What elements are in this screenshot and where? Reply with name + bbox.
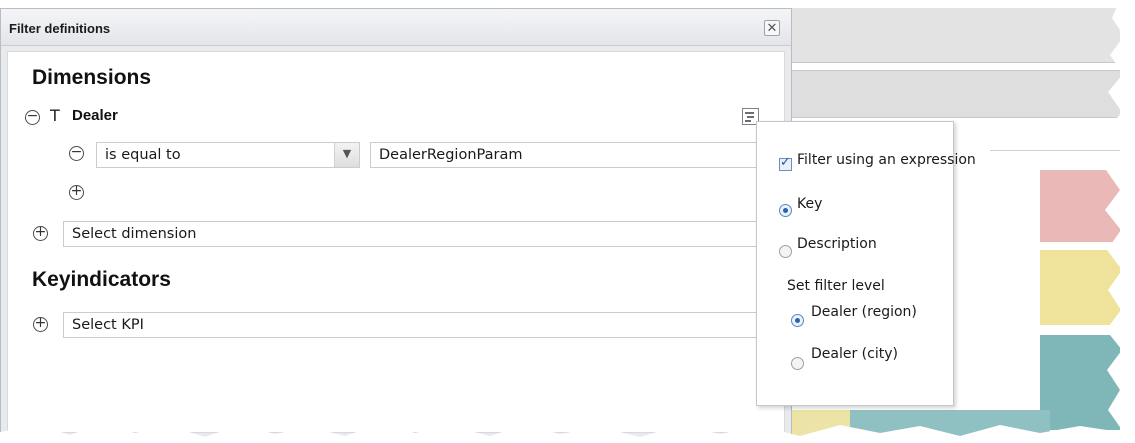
filter-expression-checkbox[interactable] <box>779 155 792 171</box>
close-button[interactable]: ✕ <box>764 20 780 36</box>
close-icon: ✕ <box>766 21 778 36</box>
parameter-value: DealerRegionParam <box>379 147 523 163</box>
plus-circle-icon: + <box>34 315 47 331</box>
remove-condition-button[interactable]: − <box>69 144 84 161</box>
text-type-icon: T <box>50 106 60 125</box>
background-header-row <box>790 70 1120 118</box>
filter-expression-popup: Filter using an expression Key Descripti… <box>756 121 976 406</box>
chevron-down-icon[interactable]: ▼ <box>334 143 359 167</box>
description-label: Description <box>797 236 877 252</box>
add-kpi-button[interactable]: + <box>33 315 48 332</box>
filter-expression-label: Filter using an expression <box>797 152 976 168</box>
level-region-label: Dealer (region) <box>811 304 917 320</box>
operator-select[interactable]: is equal to ▼ <box>96 142 360 168</box>
dialog-title: Filter definitions <box>9 21 111 36</box>
background-toolbar <box>790 8 1120 63</box>
parameter-input[interactable]: DealerRegionParam <box>370 142 760 168</box>
plus-circle-icon: + <box>34 224 47 240</box>
description-radio[interactable] <box>779 245 792 258</box>
key-label: Key <box>797 196 823 212</box>
key-radio[interactable] <box>779 204 792 217</box>
dimensions-heading: Dimensions <box>32 66 152 89</box>
collapse-dealer-button[interactable]: − <box>25 108 40 125</box>
select-kpi-placeholder: Select KPI <box>72 317 144 333</box>
plus-circle-icon: + <box>70 183 83 199</box>
level-city-label: Dealer (city) <box>811 346 898 362</box>
select-dimension-placeholder: Select dimension <box>72 226 197 242</box>
select-dimension-dropdown[interactable]: Select dimension <box>63 221 760 247</box>
minus-circle-icon: − <box>26 108 39 124</box>
background-divider <box>990 150 1120 151</box>
background-teal-cell <box>1040 335 1120 430</box>
keyindicators-heading: Keyindicators <box>32 268 171 291</box>
filter-level-heading: Set filter level <box>787 278 885 294</box>
add-condition-button[interactable]: + <box>69 183 84 200</box>
background-pink-cell <box>1040 170 1120 242</box>
level-city-radio[interactable] <box>791 357 804 370</box>
dimension-name-dealer: Dealer <box>72 107 118 124</box>
level-region-radio[interactable] <box>791 314 804 327</box>
background-teal-cell <box>850 410 1050 443</box>
background-yellow-cell <box>1040 250 1120 325</box>
minus-circle-icon: − <box>70 144 83 160</box>
select-kpi-dropdown[interactable]: Select KPI <box>63 312 760 338</box>
dialog-header: Filter definitions ✕ <box>1 9 791 46</box>
operator-value: is equal to <box>105 147 181 163</box>
add-dimension-button[interactable]: + <box>33 224 48 241</box>
